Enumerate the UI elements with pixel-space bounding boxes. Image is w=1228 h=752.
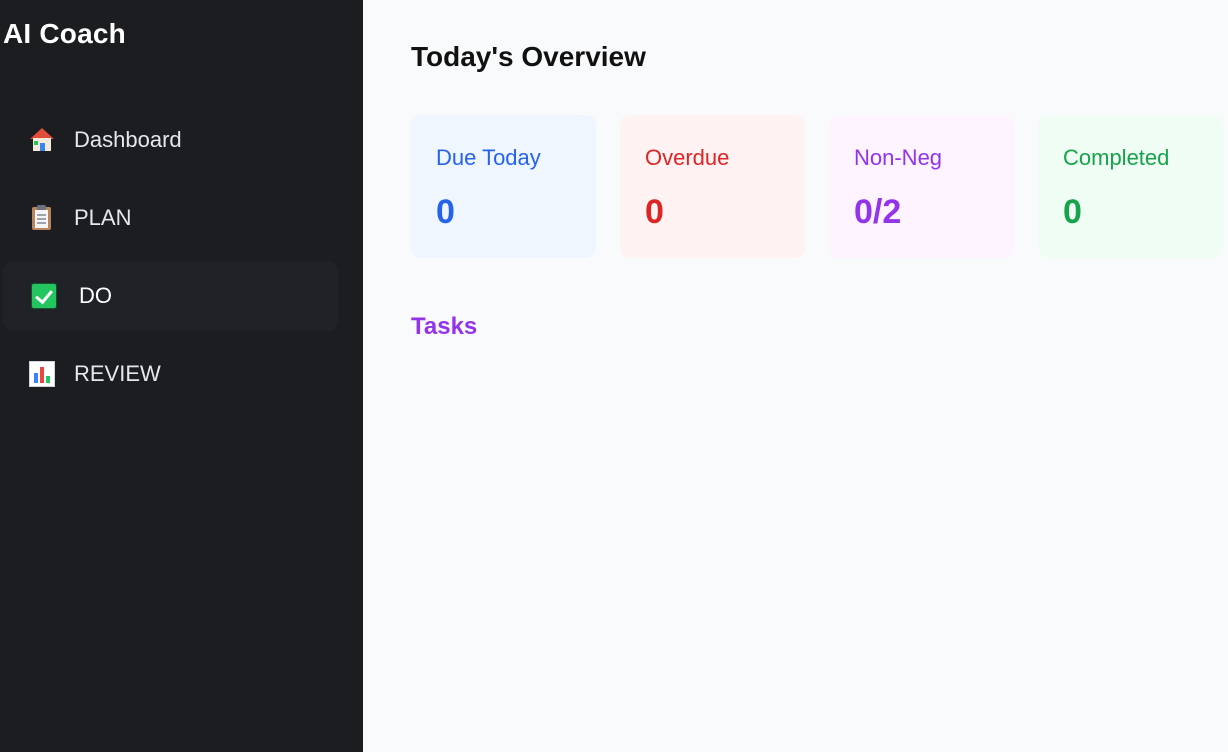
card-value: 0 bbox=[645, 193, 664, 231]
bar-chart-icon bbox=[29, 361, 55, 387]
completed-card: Completed 0 bbox=[1038, 115, 1223, 258]
card-label: Overdue bbox=[645, 145, 730, 170]
app-root: AI Coach Dashboard PLAN DO REVIEW Today'… bbox=[0, 0, 1228, 752]
clipboard-icon bbox=[29, 205, 55, 231]
house-icon bbox=[29, 127, 55, 153]
sidebar-item-label: Dashboard bbox=[74, 127, 182, 152]
check-mark-icon bbox=[31, 283, 57, 309]
sidebar: AI Coach Dashboard PLAN DO REVIEW bbox=[0, 0, 363, 752]
sidebar-item-label: REVIEW bbox=[74, 361, 161, 386]
due-today-card: Due Today 0 bbox=[411, 115, 596, 258]
card-value: 0/2 bbox=[854, 193, 902, 231]
sidebar-item-review[interactable]: REVIEW bbox=[3, 339, 338, 409]
sidebar-item-label: PLAN bbox=[74, 205, 132, 230]
sidebar-item-dashboard[interactable]: Dashboard bbox=[3, 105, 338, 175]
main-content: Today's Overview Due Today 0 Overdue 0 N… bbox=[363, 0, 1228, 752]
card-value: 0 bbox=[1063, 193, 1082, 231]
non-neg-card: Non-Neg 0/2 bbox=[829, 115, 1014, 258]
overdue-card: Overdue 0 bbox=[620, 115, 805, 258]
sidebar-item-label: DO bbox=[79, 283, 112, 308]
card-value: 0 bbox=[436, 193, 455, 231]
card-label: Due Today bbox=[436, 145, 541, 170]
sidebar-item-plan[interactable]: PLAN bbox=[3, 183, 338, 253]
tasks-heading: Tasks bbox=[411, 313, 478, 340]
card-label: Non-Neg bbox=[854, 145, 943, 170]
sidebar-item-do[interactable]: DO bbox=[3, 261, 338, 331]
page-title: Today's Overview bbox=[411, 41, 646, 72]
card-label: Completed bbox=[1063, 145, 1170, 170]
app-title: AI Coach bbox=[3, 18, 126, 49]
